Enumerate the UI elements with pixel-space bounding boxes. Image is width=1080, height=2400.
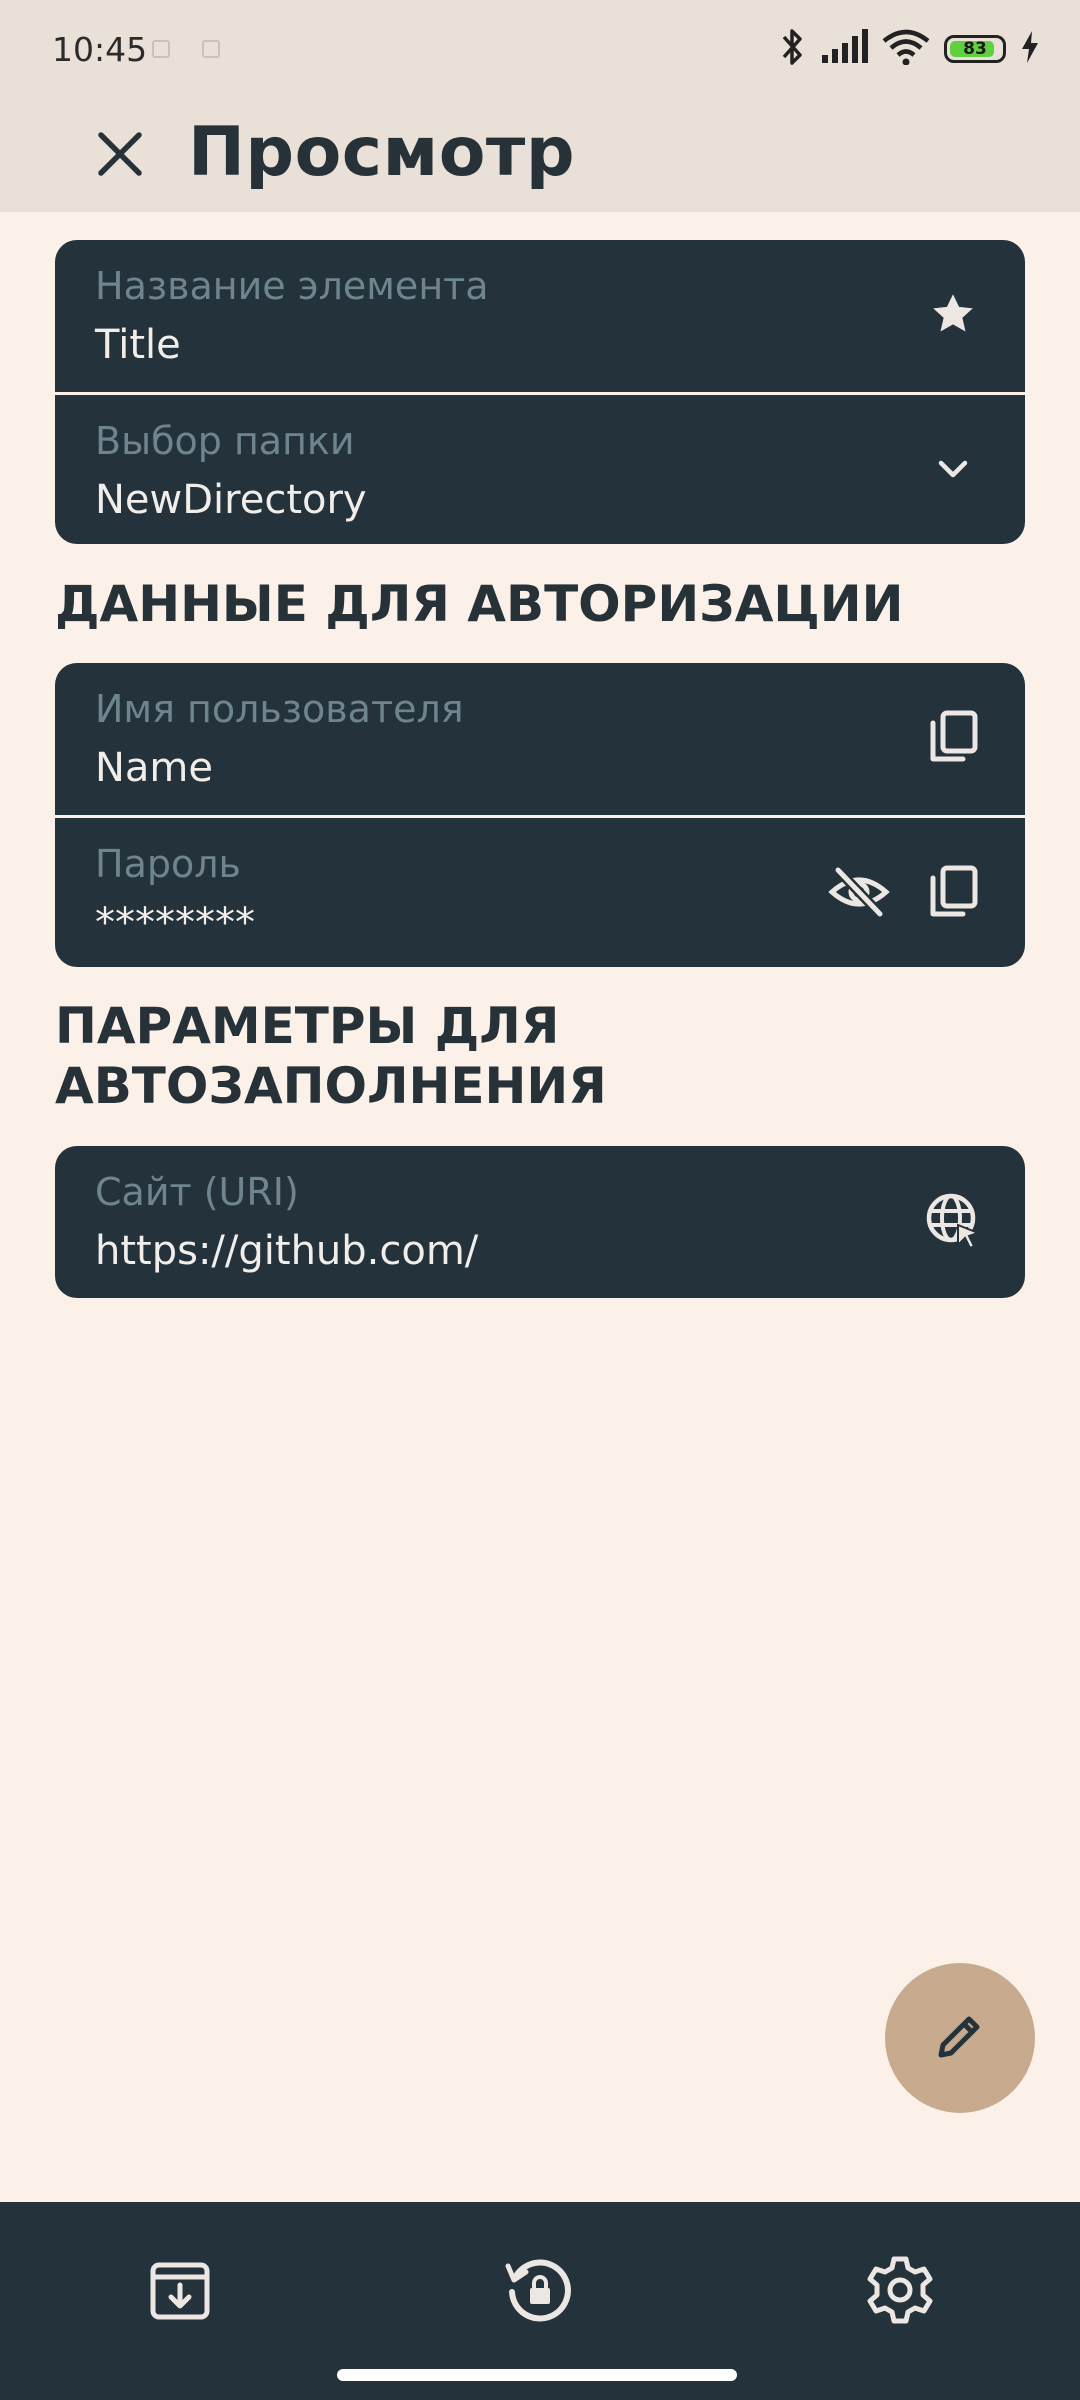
item-card: Название элемента Title Выбор папки NewD… [55,240,1025,544]
copy-icon [927,864,979,924]
signal-icon [820,29,868,69]
close-icon [97,131,143,181]
bluetooth-icon [780,27,806,71]
autofill-section-title-line2: АВТОЗАПОЛНЕНИЯ [55,1057,607,1115]
password-label: Пароль [95,842,241,886]
status-time: 10:45 [52,30,148,69]
status-icons: 83 [780,24,1040,74]
close-button[interactable] [80,116,160,196]
lock-history-icon [502,2252,578,2332]
autofill-card: Сайт (URI) https://github.com/ [55,1146,1025,1298]
copy-password-button[interactable] [921,862,985,926]
password-value: ******** [95,900,255,946]
nav-lock-history-button[interactable] [490,2242,590,2342]
nav-import-button[interactable] [130,2242,230,2342]
charging-icon [1020,31,1040,67]
autofill-section-title-line1: ПАРАМЕТРЫ ДЛЯ [55,997,560,1055]
star-icon [928,289,978,343]
notification-icon [152,40,170,58]
auth-section-title: ДАННЫЕ ДЛЯ АВТОРИЗАЦИИ [55,575,904,633]
app-bar: Просмотр [0,96,1080,212]
folder-select[interactable]: Выбор папки NewDirectory [55,392,1025,544]
battery-level: 83 [963,39,987,59]
page-title: Просмотр [188,113,575,192]
folder-label: Выбор папки [95,419,355,463]
password-field[interactable]: Пароль ******** [55,815,1025,967]
open-uri-button[interactable] [921,1190,985,1254]
auth-card: Имя пользователя Name Пароль ******** [55,663,1025,967]
folder-dropdown-button[interactable] [921,439,985,503]
import-icon [145,2255,215,2329]
status-bar: 10:45 83 [0,0,1080,96]
wifi-icon [882,29,930,69]
favorite-button[interactable] [921,284,985,348]
uri-label: Сайт (URI) [95,1170,299,1214]
battery-icon: 83 [944,35,1006,63]
toggle-password-visibility-button[interactable] [827,862,891,926]
item-title-field[interactable]: Название элемента Title [55,240,1025,392]
item-title-value: Title [95,322,181,368]
item-title-label: Название элемента [95,264,489,308]
copy-icon [927,709,979,769]
copy-username-button[interactable] [921,707,985,771]
username-value: Name [95,745,214,791]
username-label: Имя пользователя [95,687,464,731]
uri-field[interactable]: Сайт (URI) https://github.com/ [55,1146,1025,1298]
uri-value: https://github.com/ [95,1228,479,1274]
chevron-down-icon [933,449,973,493]
gear-icon [863,2253,937,2331]
nav-settings-button[interactable] [850,2242,950,2342]
edit-icon [933,2009,987,2067]
globe-icon [924,1191,982,1253]
username-field[interactable]: Имя пользователя Name [55,663,1025,815]
edit-button[interactable] [885,1963,1035,2113]
visibility-off-icon [828,866,890,922]
folder-value: NewDirectory [95,477,367,523]
home-indicator[interactable] [337,2369,737,2381]
autofill-section-title: ПАРАМЕТРЫ ДЛЯ АВТОЗАПОЛНЕНИЯ [55,996,607,1116]
notification-icon [202,40,220,58]
